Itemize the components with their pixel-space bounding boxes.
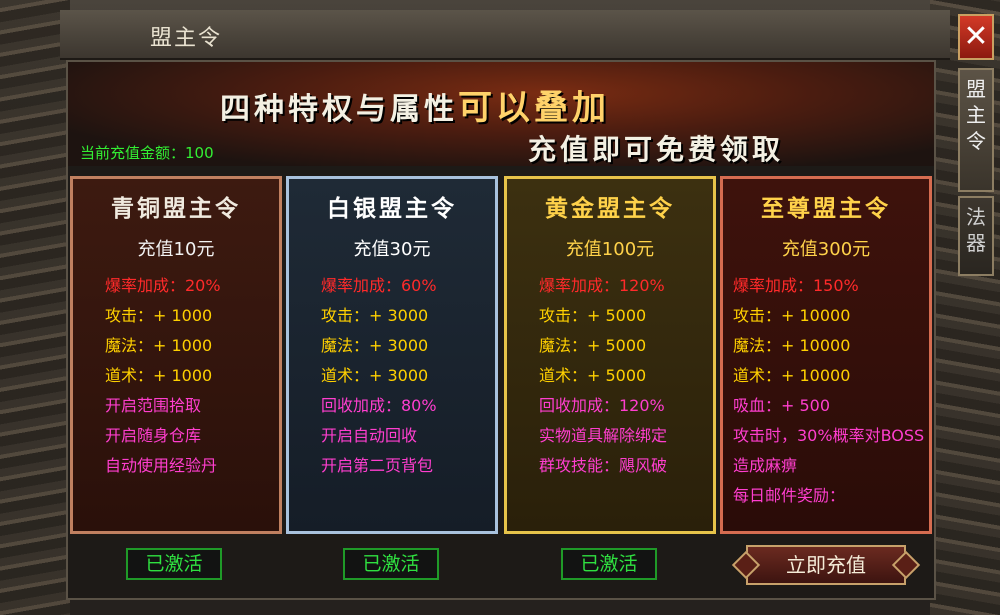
attr-line: 魔法：+ 10000 bbox=[733, 336, 851, 355]
card-supreme: 至尊盟主令 充值300元 爆率加成：150% 攻击：+ 10000 魔法：+ 1… bbox=[720, 176, 932, 534]
attr-line: 攻击时，30%概率对BOSS造成麻痹 bbox=[733, 426, 925, 475]
attr-line: 爆率加成：120% bbox=[539, 276, 665, 295]
tab-mengzhuling[interactable]: 盟 主 令 bbox=[958, 68, 994, 192]
attr-line: 开启随身仓库 bbox=[105, 426, 202, 445]
recharge-now-button[interactable]: 立即充值 bbox=[746, 545, 906, 585]
banner-headline-prefix: 四种特权与属性 bbox=[220, 92, 458, 127]
bronze-status-badge: 已激活 bbox=[126, 548, 222, 580]
attr-line: 开启范围拾取 bbox=[105, 396, 202, 415]
attr-line: 攻击：+ 3000 bbox=[321, 306, 429, 325]
banner-headline-highlight: 可以叠加 bbox=[458, 88, 610, 128]
card-title: 青铜盟主令 bbox=[111, 195, 241, 222]
card-bronze: 青铜盟主令 充值10元 爆率加成：20% 攻击：+ 1000 魔法：+ 1000… bbox=[70, 176, 282, 534]
attr-line: 爆率加成：20% bbox=[105, 276, 221, 295]
attr-line: 攻击：+ 5000 bbox=[539, 306, 647, 325]
card-title: 黄金盟主令 bbox=[545, 195, 675, 222]
attr-line: 实物道具解除绑定 bbox=[539, 426, 668, 445]
card-price: 充值10元 bbox=[137, 239, 215, 260]
attr-line: 群攻技能：飓风破 bbox=[539, 456, 668, 475]
card-title: 白银盟主令 bbox=[327, 195, 457, 222]
recharge-balance: 当前充值金额：100 bbox=[80, 144, 214, 162]
card-title: 至尊盟主令 bbox=[761, 195, 891, 222]
tab-mengzhuling-label: 盟 主 令 bbox=[966, 77, 986, 153]
attr-line: 自动使用经验丹 bbox=[105, 456, 218, 475]
card-gold: 黄金盟主令 充值100元 爆率加成：120% 攻击：+ 5000 魔法：+ 50… bbox=[504, 176, 716, 534]
silver-status-badge: 已激活 bbox=[343, 548, 439, 580]
card-attributes: 爆率加成：60% 攻击：+ 3000 魔法：+ 3000 道术：+ 3000 回… bbox=[289, 271, 495, 481]
card-attributes: 爆率加成：20% 攻击：+ 1000 魔法：+ 1000 道术：+ 1000 开… bbox=[73, 271, 279, 481]
card-price: 充值300元 bbox=[781, 239, 871, 260]
banner-headline: 四种特权与属性可以叠加 bbox=[220, 80, 610, 129]
attr-line: 攻击：+ 1000 bbox=[105, 306, 213, 325]
window-title: 盟主令 bbox=[150, 26, 223, 51]
attr-line: 魔法：+ 5000 bbox=[539, 336, 647, 355]
attr-line: 开启自动回收 bbox=[321, 426, 418, 445]
attr-line: 回收加成：80% bbox=[321, 396, 437, 415]
tab-faqi-label: 法 器 bbox=[966, 205, 986, 255]
attr-line: 攻击：+ 10000 bbox=[733, 306, 851, 325]
attr-line: 魔法：+ 3000 bbox=[321, 336, 429, 355]
attr-line: 道术：+ 5000 bbox=[539, 366, 647, 385]
attr-line: 道术：+ 1000 bbox=[105, 366, 213, 385]
attr-line: 每日邮件奖励： bbox=[733, 486, 846, 505]
attr-line: 吸血：+ 500 bbox=[733, 396, 831, 415]
attr-line: 道术：+ 3000 bbox=[321, 366, 429, 385]
attr-line: 道术：+ 10000 bbox=[733, 366, 851, 385]
attr-line: 魔法：+ 1000 bbox=[105, 336, 213, 355]
left-dragon-ornament bbox=[0, 0, 70, 615]
card-attributes: 爆率加成：120% 攻击：+ 5000 魔法：+ 5000 道术：+ 5000 … bbox=[507, 271, 713, 481]
tab-faqi[interactable]: 法 器 bbox=[958, 196, 994, 276]
gold-status-badge: 已激活 bbox=[561, 548, 657, 580]
attr-line: 爆率加成：60% bbox=[321, 276, 437, 295]
card-price: 充值30元 bbox=[353, 239, 431, 260]
attr-line: 回收加成：120% bbox=[539, 396, 665, 415]
attr-line: 开启第二页背包 bbox=[321, 456, 434, 475]
card-silver: 白银盟主令 充值30元 爆率加成：60% 攻击：+ 3000 魔法：+ 3000… bbox=[286, 176, 498, 534]
attr-line: 爆率加成：150% bbox=[733, 276, 859, 295]
card-attributes[interactable]: 爆率加成：150% 攻击：+ 10000 魔法：+ 10000 道术：+ 100… bbox=[723, 271, 929, 511]
card-price: 充值100元 bbox=[565, 239, 655, 260]
close-button[interactable]: ✕ bbox=[958, 14, 994, 60]
banner-subline: 充值即可免费领取 bbox=[528, 133, 785, 166]
